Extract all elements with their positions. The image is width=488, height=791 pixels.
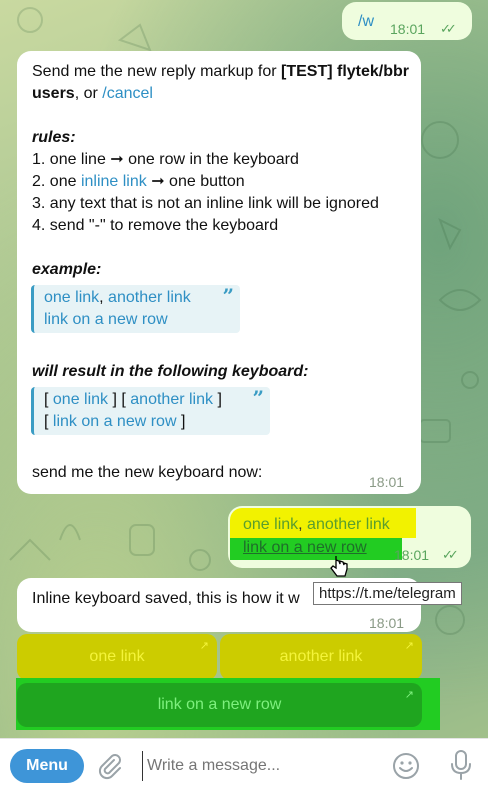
bracket: ] [	[108, 391, 131, 408]
bracket: ]	[176, 413, 186, 430]
reply-link[interactable]: another link	[307, 516, 390, 533]
saved-message-text: Inline keyboard saved, this is how it w	[32, 590, 300, 607]
quote-icon: ”	[252, 386, 264, 410]
intro-text: Send me the new reply markup for [TEST] …	[32, 61, 412, 105]
message-time: 18:01	[394, 547, 430, 563]
keyboard-link[interactable]: link on a new row	[53, 413, 177, 430]
reply-link[interactable]: one link	[243, 516, 298, 533]
example-title: example:	[32, 261, 102, 278]
example-link[interactable]: another link	[108, 289, 191, 306]
menu-button[interactable]: Menu	[10, 749, 84, 783]
example-line-2[interactable]: link on a new row	[44, 309, 168, 331]
reply-line-1: one link, another link	[243, 514, 390, 536]
message-composer: Menu	[0, 738, 488, 791]
bracket: [	[44, 391, 53, 408]
keyboard-line-1: [ one link ] [ another link ]	[44, 389, 222, 411]
separator: ,	[298, 516, 308, 533]
message-input[interactable]	[142, 751, 384, 781]
inline-button-new-row[interactable]: link on a new row ↗	[17, 683, 422, 727]
pointer-cursor-icon	[330, 556, 348, 577]
example-line-1: one link, another link	[44, 287, 191, 309]
microphone-icon[interactable]	[448, 749, 474, 781]
emoji-icon[interactable]	[391, 751, 421, 781]
command-text[interactable]: /w	[358, 11, 374, 33]
rule-2-part: 2. one	[32, 173, 81, 190]
bracket: [	[44, 413, 53, 430]
rule-2-part: ➞ one button	[146, 173, 245, 190]
double-check-icon: ✓✓	[440, 21, 457, 36]
rule-2: 2. one inline link ➞ one button	[32, 171, 245, 193]
link-tooltip: https://t.me/telegram	[313, 582, 462, 605]
message-time: 18:01	[369, 474, 405, 490]
inline-button-label: link on a new row	[157, 696, 282, 713]
keyboard-quote: [ one link ] [ another link ] [ link on …	[31, 387, 270, 435]
rule-1: 1. one line ➞ one row in the keyboard	[32, 151, 299, 168]
outgoing-command-bubble: /w 18:01 ✓✓	[342, 2, 472, 40]
keyboard-line-2: [ link on a new row ]	[44, 411, 185, 433]
inline-button-another-link[interactable]: another link ↗	[220, 634, 422, 680]
keyboard-link[interactable]: another link	[130, 391, 213, 408]
paperclip-icon[interactable]	[96, 752, 122, 780]
arrow-icon: ↗	[404, 689, 414, 701]
arrow-icon: ↗	[199, 640, 209, 652]
inline-button-one-link[interactable]: one link ↗	[17, 634, 217, 680]
cancel-command-link[interactable]: /cancel	[102, 85, 153, 102]
quote-icon: ”	[222, 284, 234, 308]
separator: ,	[99, 289, 109, 306]
intro-part: , or	[74, 85, 103, 102]
keyboard-link[interactable]: one link	[53, 391, 108, 408]
message-time: 18:01	[369, 615, 405, 631]
rule-3: 3. any text that is not an inline link w…	[32, 195, 379, 212]
example-link[interactable]: one link	[44, 289, 99, 306]
inline-button-label: another link	[279, 648, 363, 665]
rule-4: 4. send "-" to remove the keyboard	[32, 217, 279, 234]
intro-part: Send me the new reply markup for	[32, 63, 282, 80]
inline-button-label: one link	[89, 648, 145, 665]
message-time: 18:01	[390, 21, 426, 37]
footer-text: send me the new keyboard now:	[32, 464, 263, 481]
instructions-bubble: Send me the new reply markup for [TEST] …	[17, 51, 421, 494]
bracket: ]	[213, 391, 222, 408]
arrow-icon: ↗	[404, 640, 414, 652]
rules-title: rules:	[32, 129, 76, 146]
result-title: will result in the following keyboard:	[32, 363, 309, 380]
inline-link-link[interactable]: inline link	[81, 173, 147, 190]
example-quote: one link, another link link on a new row…	[31, 285, 240, 333]
double-check-icon: ✓✓	[442, 547, 459, 562]
